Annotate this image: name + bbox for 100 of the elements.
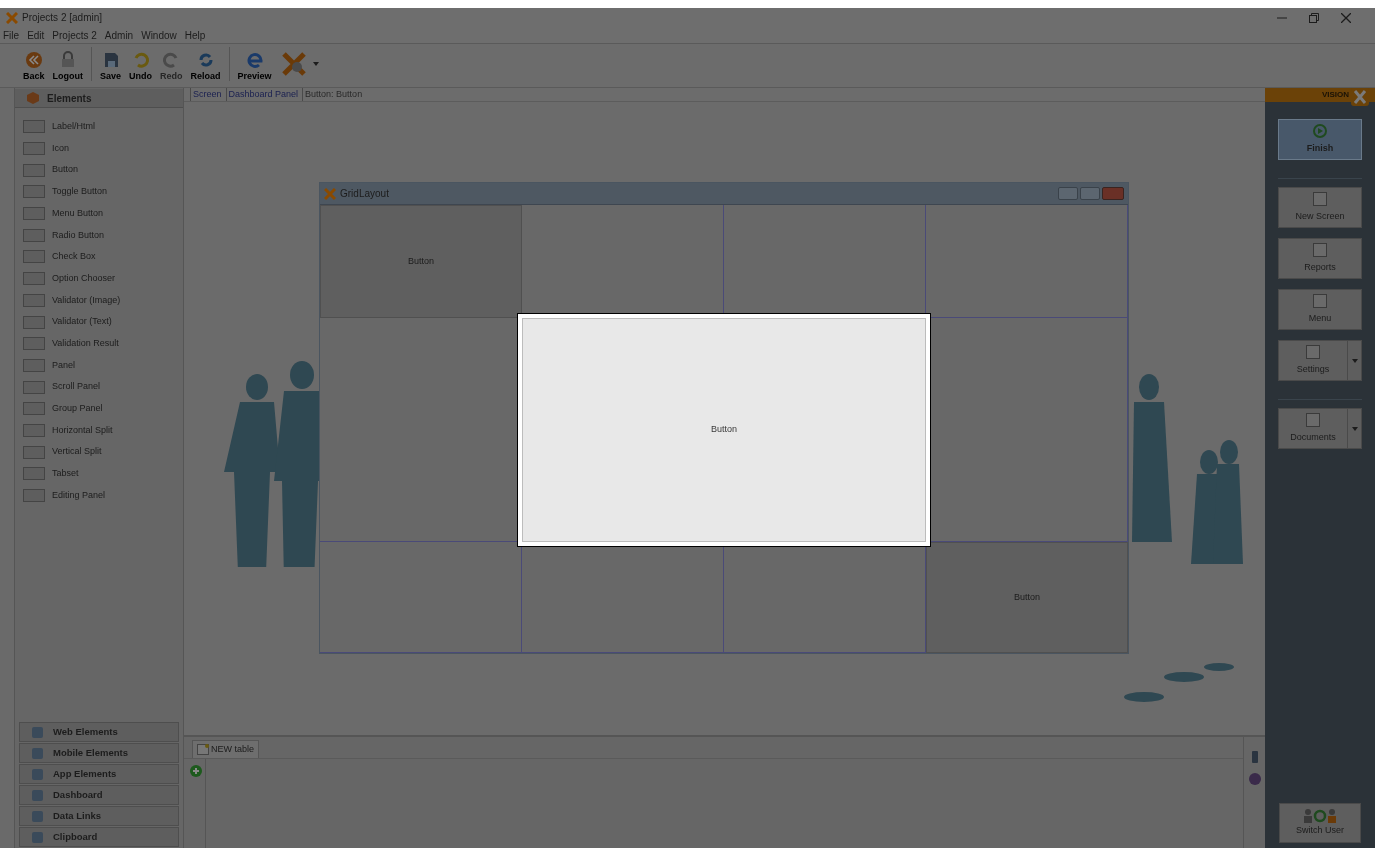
sidebar-button[interactable]: New Screen (1278, 187, 1362, 228)
element-item[interactable]: Check Box (15, 246, 183, 268)
widget-icon (23, 315, 45, 329)
section-icon (32, 726, 43, 738)
caret-icon (1351, 426, 1358, 431)
toolbar-button[interactable]: Reload (187, 49, 224, 83)
dropdown-part[interactable] (1347, 341, 1361, 380)
element-item[interactable]: Scroll Panel (15, 376, 183, 398)
element-item[interactable]: Tabset (15, 463, 183, 485)
brand-label: VISION (1321, 89, 1349, 101)
widget-icon (23, 402, 45, 416)
toolbar-button[interactable]: Save (97, 49, 125, 83)
grid-button[interactable]: Button (320, 205, 522, 318)
widget-icon (23, 293, 45, 307)
widget-icon (23, 380, 45, 394)
document-icon (1312, 293, 1328, 310)
widget-icon (23, 467, 45, 481)
table-tab[interactable]: NEW table (192, 740, 259, 758)
breadcrumb-item[interactable]: Button: Button (302, 87, 365, 102)
widget-icon (23, 337, 45, 351)
plugin-menu-button[interactable] (280, 51, 319, 77)
section-header[interactable]: App Elements (19, 764, 179, 784)
trash-icon[interactable] (1251, 751, 1258, 763)
play-icon (1312, 123, 1328, 140)
globe-icon[interactable] (1248, 773, 1261, 785)
grid-button[interactable]: Button (926, 542, 1128, 653)
widget-icon (23, 250, 45, 264)
widget-icon (23, 228, 45, 242)
close-icon[interactable] (1341, 12, 1351, 23)
menu-item[interactable]: Admin (103, 27, 135, 43)
element-item[interactable]: Label/Html (15, 116, 183, 138)
widget-icon (23, 207, 45, 221)
menu-item[interactable]: Edit (26, 27, 46, 43)
menu-item[interactable]: File (2, 27, 21, 43)
element-item[interactable]: Panel (15, 354, 183, 377)
minimize-button[interactable] (1058, 187, 1078, 200)
menu-item[interactable]: Window (140, 27, 178, 43)
sidebar-button[interactable]: Reports (1278, 238, 1362, 279)
section-header[interactable]: Clipboard (19, 827, 179, 847)
section-icon (32, 831, 43, 843)
element-item[interactable]: Editing Panel (15, 484, 183, 507)
menu-item[interactable]: Help (183, 27, 207, 43)
sidebar-button[interactable]: Settings (1278, 340, 1362, 381)
toolbar-button[interactable]: Preview (234, 49, 275, 83)
widget-icon (23, 423, 45, 437)
widget-icon (23, 445, 45, 459)
element-item[interactable]: Horizontal Split (15, 419, 183, 442)
section-icon (32, 747, 43, 759)
document-icon (1312, 191, 1328, 208)
window-title: Projects 2 [admin] (22, 11, 103, 25)
caret-icon (312, 62, 319, 66)
add-icon[interactable] (190, 765, 202, 777)
app-logo-icon (6, 11, 18, 24)
element-item[interactable]: Icon (15, 137, 183, 160)
section-icon (32, 810, 43, 822)
element-item[interactable]: Button (15, 159, 183, 182)
breadcrumb-item[interactable]: Dashboard Panel (225, 87, 301, 102)
panel-header[interactable]: Elements (15, 89, 183, 108)
element-item[interactable]: Toggle Button (15, 181, 183, 203)
window-title: GridLayout (340, 187, 389, 201)
widget-icon (23, 185, 45, 199)
section-header[interactable]: Dashboard (19, 785, 179, 805)
section-header[interactable]: Web Elements (19, 722, 179, 742)
cube-icon (27, 92, 39, 104)
restore-icon[interactable] (1309, 12, 1319, 23)
element-item[interactable]: Validation Result (15, 332, 183, 355)
close-button[interactable] (1102, 187, 1124, 200)
section-header[interactable]: Mobile Elements (19, 743, 179, 763)
widget-icon (23, 489, 45, 503)
table-icon (197, 744, 209, 755)
element-item[interactable]: Radio Button (15, 224, 183, 247)
maximize-button[interactable] (1080, 187, 1100, 200)
element-item[interactable]: Validator (Text) (15, 311, 183, 333)
sidebar-button[interactable]: Menu (1278, 289, 1362, 330)
toolbar-button[interactable]: Undo (126, 49, 156, 83)
toolbar-button[interactable]: Logout (49, 49, 86, 83)
widget-icon (23, 358, 45, 372)
widget-icon (23, 142, 45, 156)
toolbar-button[interactable]: Back (20, 49, 48, 83)
element-item[interactable]: Validator (Image) (15, 289, 183, 312)
breadcrumb-item[interactable]: Screen (190, 87, 224, 102)
element-item[interactable]: Vertical Split (15, 441, 183, 463)
element-item[interactable]: Option Chooser (15, 267, 183, 290)
element-item[interactable]: Group Panel (15, 397, 183, 420)
sidebar-button[interactable]: Documents (1278, 408, 1362, 449)
app-logo-icon (324, 187, 336, 200)
section-header[interactable]: Data Links (19, 806, 179, 826)
section-icon (32, 789, 43, 801)
caret-icon (1351, 358, 1358, 363)
document-icon (1305, 412, 1321, 429)
document-icon (1305, 344, 1321, 361)
widget-icon (23, 272, 45, 286)
element-item[interactable]: Menu Button (15, 202, 183, 225)
sidebar-button[interactable]: Finish (1278, 119, 1362, 160)
widget-icon (23, 163, 45, 177)
document-icon (1312, 242, 1328, 259)
gear-x-icon (280, 51, 307, 77)
widget-icon (23, 120, 45, 134)
menu-item[interactable]: Projects 2 (51, 27, 98, 43)
dropdown-part[interactable] (1347, 409, 1361, 448)
